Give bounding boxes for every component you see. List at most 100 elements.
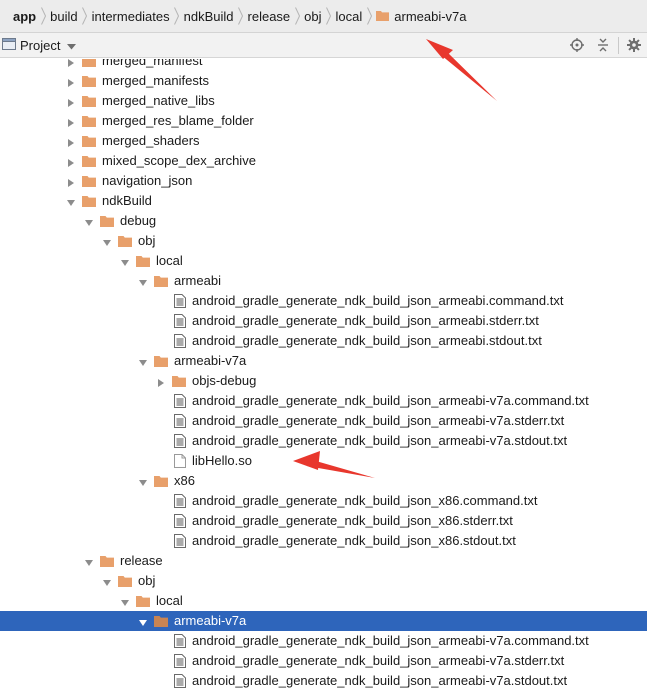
- tree-row[interactable]: debug: [0, 211, 647, 231]
- expand-arrow-down-icon[interactable]: [120, 256, 130, 266]
- folder-icon: [82, 174, 96, 188]
- tree-row[interactable]: armeabi-v7a: [0, 351, 647, 371]
- breadcrumb-item[interactable]: intermediates: [92, 0, 170, 32]
- expand-arrow-right-icon[interactable]: [66, 116, 76, 127]
- folder-icon: [82, 74, 96, 88]
- tree-item-label: android_gradle_generate_ndk_build_json_a…: [192, 313, 539, 328]
- tree-item-label: android_gradle_generate_ndk_build_json_a…: [192, 673, 568, 688]
- expand-arrow-down-icon[interactable]: [138, 616, 148, 626]
- tree-row[interactable]: ndkBuild: [0, 191, 647, 211]
- tree-row[interactable]: merged_res_blame_folder: [0, 111, 647, 131]
- expand-arrow-down-icon[interactable]: [84, 216, 94, 226]
- expand-arrow-down-icon[interactable]: [138, 276, 148, 286]
- folder-icon: [82, 114, 96, 128]
- tree-item-label: android_gradle_generate_ndk_build_json_a…: [192, 413, 565, 428]
- expand-arrow-down-icon[interactable]: [102, 236, 112, 246]
- tree-row[interactable]: obj: [0, 571, 647, 591]
- tree-item-label: android_gradle_generate_ndk_build_json_a…: [192, 333, 542, 348]
- chevron-right-icon: [170, 0, 184, 32]
- tree-row[interactable]: android_gradle_generate_ndk_build_json_a…: [0, 331, 647, 351]
- expand-arrow-right-icon[interactable]: [66, 176, 76, 187]
- chevron-right-icon: [78, 0, 92, 32]
- expand-arrow-down-icon[interactable]: [102, 576, 112, 586]
- breadcrumb-label: ndkBuild: [183, 8, 234, 24]
- tree-item-label: local: [156, 593, 183, 608]
- tree-row[interactable]: armeabi: [0, 271, 647, 291]
- breadcrumb-label: obj: [304, 8, 322, 24]
- tree-row[interactable]: android_gradle_generate_ndk_build_json_a…: [0, 431, 647, 451]
- chevron-right-icon: [362, 0, 376, 32]
- text-file-icon: [174, 494, 188, 508]
- expand-arrow-right-icon[interactable]: [66, 156, 76, 167]
- tree-row[interactable]: android_gradle_generate_ndk_build_json_x…: [0, 531, 647, 551]
- tree-row[interactable]: libHello.so: [0, 451, 647, 471]
- expand-arrow-right-icon[interactable]: [66, 96, 76, 107]
- settings-button[interactable]: [621, 33, 647, 58]
- folder-icon: [100, 214, 114, 228]
- expand-arrow-right-icon[interactable]: [156, 376, 166, 387]
- locate-file-button[interactable]: [564, 33, 590, 58]
- tree-row[interactable]: android_gradle_generate_ndk_build_json_a…: [0, 651, 647, 671]
- tree-row[interactable]: local: [0, 591, 647, 611]
- breadcrumb-item[interactable]: armeabi-v7a: [376, 0, 467, 32]
- tree-item-label: obj: [138, 573, 156, 588]
- tree-row[interactable]: android_gradle_generate_ndk_build_json_a…: [0, 411, 647, 431]
- folder-icon: [154, 474, 168, 488]
- toolbar-divider: [618, 36, 619, 54]
- collapse-all-button[interactable]: [590, 33, 616, 58]
- breadcrumb-item[interactable]: release: [248, 0, 291, 32]
- tree-row[interactable]: merged_manifests: [0, 71, 647, 91]
- collapse-all-icon: [598, 38, 608, 52]
- tree-item-label: debug: [120, 213, 157, 228]
- project-view-selector[interactable]: Project: [0, 33, 77, 57]
- tree-row[interactable]: android_gradle_generate_ndk_build_json_a…: [0, 311, 647, 331]
- tree-item-label: armeabi-v7a: [174, 353, 247, 368]
- expand-arrow-right-icon[interactable]: [66, 136, 76, 147]
- expand-arrow-right-icon[interactable]: [66, 76, 76, 87]
- expand-arrow-down-icon[interactable]: [138, 356, 148, 366]
- tree-row[interactable]: android_gradle_generate_ndk_build_json_a…: [0, 671, 647, 688]
- folder-icon: [118, 234, 132, 248]
- tree-row[interactable]: merged_shaders: [0, 131, 647, 151]
- expand-arrow-down-icon[interactable]: [84, 556, 94, 566]
- folder-icon: [376, 9, 390, 24]
- tree-row[interactable]: android_gradle_generate_ndk_build_json_x…: [0, 511, 647, 531]
- expand-arrow-down-icon[interactable]: [138, 476, 148, 486]
- tree-row[interactable]: android_gradle_generate_ndk_build_json_a…: [0, 631, 647, 651]
- text-file-icon: [174, 674, 188, 688]
- breadcrumb-item[interactable]: obj: [304, 0, 321, 32]
- breadcrumb-item[interactable]: app: [13, 0, 36, 32]
- tree-row[interactable]: release: [0, 551, 647, 571]
- tree-row[interactable]: mixed_scope_dex_archive: [0, 151, 647, 171]
- breadcrumb-item[interactable]: local: [336, 0, 363, 32]
- folder-icon: [172, 374, 186, 388]
- breadcrumb-item[interactable]: build: [50, 0, 77, 32]
- folder-icon: [82, 134, 96, 148]
- tree-item-label: objs-debug: [192, 373, 257, 388]
- project-view-title: Project: [20, 37, 61, 53]
- crosshair-icon: [570, 38, 584, 52]
- tree-row[interactable]: local: [0, 251, 647, 271]
- tree-item-label: android_gradle_generate_ndk_build_json_x…: [192, 513, 513, 528]
- breadcrumb: app build intermediates ndkBuild release obj l…: [0, 0, 647, 33]
- tree-item-label: local: [156, 253, 183, 268]
- breadcrumb-item[interactable]: ndkBuild: [184, 0, 234, 32]
- expand-arrow-down-icon[interactable]: [66, 196, 76, 206]
- tree-row[interactable]: android_gradle_generate_ndk_build_json_a…: [0, 291, 647, 311]
- tree-row[interactable]: navigation_json: [0, 171, 647, 191]
- tree-row[interactable]: x86: [0, 471, 647, 491]
- tree-row[interactable]: android_gradle_generate_ndk_build_json_a…: [0, 391, 647, 411]
- tree-row[interactable]: android_gradle_generate_ndk_build_json_x…: [0, 491, 647, 511]
- expand-arrow-right-icon[interactable]: [66, 59, 76, 67]
- folder-icon: [154, 354, 168, 368]
- tree-item-label: obj: [138, 233, 156, 248]
- tree-row[interactable]: armeabi-v7a: [0, 611, 647, 631]
- tree-row[interactable]: merged_manifest: [0, 59, 647, 71]
- breadcrumb-label: build: [50, 8, 78, 24]
- tree-row[interactable]: obj: [0, 231, 647, 251]
- tree-item-label: android_gradle_generate_ndk_build_json_a…: [192, 293, 564, 308]
- tree-row[interactable]: objs-debug: [0, 371, 647, 391]
- expand-arrow-down-icon[interactable]: [120, 596, 130, 606]
- tree-row[interactable]: merged_native_libs: [0, 91, 647, 111]
- tree-item-label: android_gradle_generate_ndk_build_json_a…: [192, 433, 568, 448]
